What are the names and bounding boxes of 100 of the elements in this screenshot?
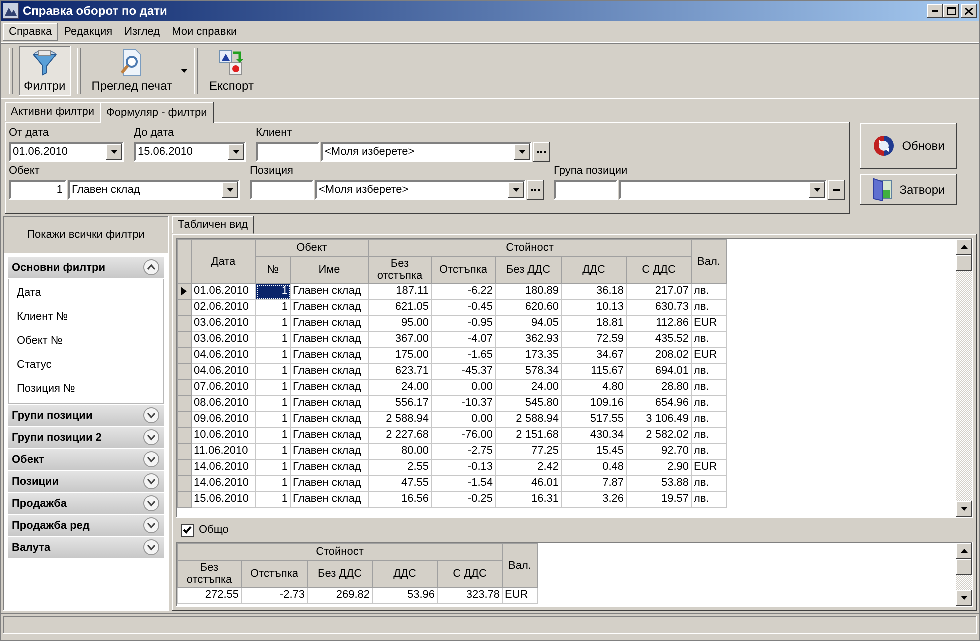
code-field[interactable]: 1 (9, 180, 67, 200)
dropdown-button[interactable] (222, 182, 238, 198)
table-cell: 2.55 (368, 460, 432, 476)
filter-item[interactable]: Дата (9, 281, 163, 305)
table-cell: 654.96 (626, 396, 692, 412)
group-header[interactable]: Продажба ред (8, 515, 164, 536)
table-cell: 1 (256, 428, 290, 444)
table-cell: 1 (256, 332, 290, 348)
combo-box[interactable] (619, 180, 827, 200)
export-icon (218, 49, 246, 77)
expand-icon[interactable] (143, 407, 160, 424)
table-cell: Главен склад (290, 348, 368, 364)
table-cell: 112.86 (626, 316, 692, 332)
group-header[interactable]: Групи позиции (8, 405, 164, 426)
table-cell: 53.88 (626, 476, 692, 492)
scrollbar[interactable] (956, 239, 972, 517)
table-cell: 0.00 (432, 380, 496, 396)
scroll-down-button[interactable] (956, 590, 972, 606)
expand-icon[interactable] (143, 539, 160, 556)
dropdown-button[interactable] (228, 144, 244, 160)
table-cell: 36.18 (562, 284, 626, 300)
dropdown-button[interactable] (508, 182, 524, 198)
remove-button[interactable] (828, 180, 845, 200)
dropdown-arrow-icon (518, 150, 526, 154)
table-cell: 556.17 (368, 396, 432, 412)
row-indicator[interactable] (178, 284, 192, 300)
filter-item[interactable]: Статус (9, 353, 163, 377)
expand-icon[interactable] (143, 495, 160, 512)
table-cell: 3 106.49 (626, 412, 692, 428)
toolbar-button[interactable]: Експорт (204, 46, 259, 96)
code-field[interactable] (250, 180, 314, 200)
code-field[interactable] (256, 142, 320, 162)
expand-icon[interactable] (143, 451, 160, 468)
expand-icon[interactable] (143, 473, 160, 490)
combo-box[interactable]: Главен склад (68, 180, 240, 200)
tab[interactable]: Активни филтри (5, 102, 100, 122)
toolbar-button[interactable]: Преглед печат (86, 46, 178, 96)
menu-item[interactable]: Справка (3, 22, 58, 40)
table-cell: 208.02 (626, 348, 692, 364)
menu-item[interactable]: Мои справки (166, 22, 244, 40)
table-cell: 95.00 (368, 316, 432, 332)
column-header: Име (290, 256, 368, 284)
filter-item[interactable]: Клиент № (9, 305, 163, 329)
expand-icon[interactable] (143, 517, 160, 534)
filter-item[interactable]: Обект № (9, 329, 163, 353)
collapse-icon[interactable] (143, 259, 160, 276)
dropdown-button[interactable] (514, 144, 530, 160)
scrollbar[interactable] (956, 543, 972, 606)
dropdown-arrow-icon (226, 188, 234, 192)
combo-box[interactable]: <Моля изберете> (315, 180, 526, 200)
group-header[interactable]: Основни филтри (8, 257, 164, 278)
filter-item[interactable]: Позиция № (9, 377, 163, 401)
tab[interactable]: Формуляр - филтри (100, 102, 214, 123)
show-all-filters-button[interactable]: Покажи всички филтри (4, 217, 168, 253)
window-title: Справка оборот по дати (23, 4, 168, 18)
scroll-up-button[interactable] (956, 239, 972, 255)
table-cell: 1 (256, 348, 290, 364)
close-button[interactable] (961, 4, 977, 18)
table-cell: Главен склад (290, 428, 368, 444)
minimize-button[interactable] (927, 4, 943, 18)
tab[interactable]: Табличен вид (172, 216, 254, 234)
group-header[interactable]: Обект (8, 449, 164, 470)
scroll-down-button[interactable] (956, 501, 972, 517)
scroll-thumb[interactable] (956, 559, 972, 575)
code-field[interactable] (554, 180, 618, 200)
date-field[interactable]: 01.06.2010 (9, 142, 124, 162)
group-header[interactable]: Валута (8, 537, 164, 558)
browse-button[interactable] (527, 180, 544, 200)
toolbar-button[interactable]: Филтри (19, 46, 71, 96)
combo-box[interactable]: <Моля изберете> (321, 142, 532, 162)
app-icon (3, 3, 19, 19)
table-cell: 2 151.68 (496, 428, 562, 444)
table-cell: 15.06.2010 (192, 492, 256, 508)
column-header: ДДС (372, 560, 438, 588)
table-cell: 19.57 (626, 492, 692, 508)
scroll-up-button[interactable] (956, 543, 972, 559)
scroll-thumb[interactable] (956, 255, 972, 271)
dropdown-button[interactable] (809, 182, 825, 198)
dropdown-arrow-icon (232, 150, 240, 154)
date-field[interactable]: 15.06.2010 (134, 142, 246, 162)
group-header[interactable]: Групи позиции 2 (8, 427, 164, 448)
checkbox[interactable] (181, 524, 194, 536)
group-title: Групи позиции 2 (12, 432, 102, 444)
action-button[interactable]: Затвори (860, 174, 957, 205)
table-cell: 630.73 (626, 300, 692, 316)
action-button[interactable]: Обнови (860, 123, 957, 169)
dropdown-button[interactable] (106, 144, 122, 160)
expand-icon[interactable] (143, 429, 160, 446)
group-title: Позиции (12, 476, 59, 488)
menu-item[interactable]: Редакция (58, 22, 119, 40)
table-cell: лв. (692, 300, 726, 316)
group-header[interactable]: Продажба (8, 493, 164, 514)
browse-button[interactable] (533, 142, 550, 162)
menu-item[interactable]: Изглед (118, 22, 166, 40)
field-label: Група позиции (554, 165, 629, 178)
table-cell: 2 582.02 (626, 428, 692, 444)
up-arrow-icon (960, 549, 968, 553)
group-header[interactable]: Позиции (8, 471, 164, 492)
maximize-button[interactable] (943, 4, 959, 18)
table-cell: 1 (256, 300, 290, 316)
